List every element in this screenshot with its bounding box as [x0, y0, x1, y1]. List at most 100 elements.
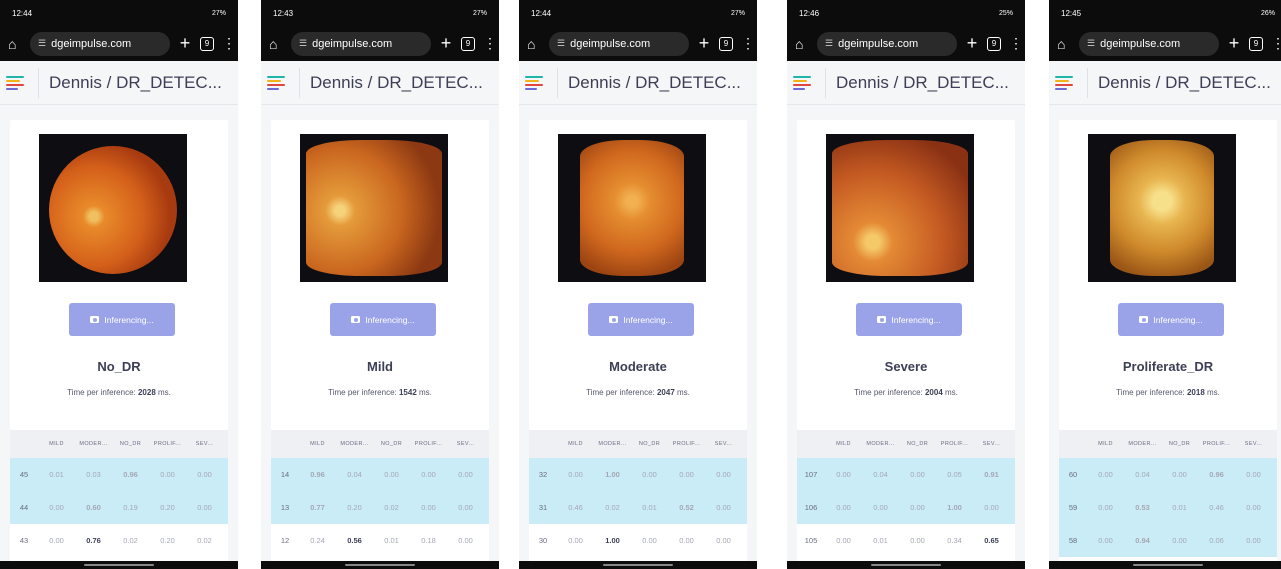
sample-id: 106 [804, 503, 818, 512]
edge-impulse-logo[interactable] [267, 75, 285, 90]
edge-impulse-logo[interactable] [1055, 75, 1073, 90]
column-header: PROLIF... [1202, 441, 1231, 447]
tab-switcher-button[interactable]: 9 [987, 36, 1001, 51]
camera-icon [609, 316, 619, 323]
column-header: MILD [836, 441, 851, 447]
sample-id: 60 [1068, 470, 1078, 479]
table-cell: 0.19 [123, 503, 138, 512]
table-row[interactable]: 13 0.77 0.20 0.02 0.00 0.00 [271, 491, 489, 524]
retina-image [306, 140, 442, 276]
more-menu-icon[interactable]: ⋮ [741, 35, 755, 52]
home-icon[interactable]: ⌂ [269, 36, 283, 52]
home-icon[interactable]: ⌂ [527, 36, 541, 52]
table-row[interactable]: 105 0.00 0.01 0.00 0.34 0.65 [797, 524, 1015, 557]
edge-impulse-logo[interactable] [525, 75, 543, 90]
table-row[interactable]: 59 0.00 0.53 0.01 0.46 0.00 [1059, 491, 1277, 524]
new-tab-icon[interactable]: + [697, 33, 711, 54]
phone-screen: 12:44 27% ⌂ ☰ dgeimpulse.com + 9 ⋮ Denni… [519, 0, 757, 569]
inferencing-button[interactable]: Inferencing... [1118, 303, 1224, 336]
table-row[interactable]: 58 0.00 0.94 0.00 0.06 0.00 [1059, 524, 1277, 557]
inferencing-button[interactable]: Inferencing... [69, 303, 175, 336]
column-header: NO_DR [1168, 441, 1191, 447]
camera-preview [300, 134, 448, 282]
table-row[interactable]: 45 0.01 0.03 0.96 0.00 0.00 [10, 458, 228, 491]
site-settings-icon[interactable]: ☰ [557, 38, 565, 49]
header-divider [1087, 67, 1088, 98]
table-header: MILD MODER... NO_DR PROLIF... SEV... [10, 430, 228, 458]
new-tab-icon[interactable]: + [439, 33, 453, 54]
inference-card: Inferencing... Moderate Time per inferen… [529, 120, 747, 430]
inferencing-button[interactable]: Inferencing... [330, 303, 436, 336]
new-tab-icon[interactable]: + [965, 33, 979, 54]
new-tab-icon[interactable]: + [1227, 33, 1241, 54]
table-row[interactable]: 106 0.00 0.00 0.00 1.00 0.00 [797, 491, 1015, 524]
time-value: 2028 [137, 388, 156, 397]
more-menu-icon[interactable]: ⋮ [1009, 35, 1023, 52]
tab-switcher-button[interactable]: 9 [461, 36, 475, 51]
inferencing-button[interactable]: Inferencing... [856, 303, 962, 336]
address-bar[interactable]: ☰ dgeimpulse.com [1079, 31, 1219, 56]
address-bar[interactable]: ☰ dgeimpulse.com [30, 31, 170, 56]
new-tab-icon[interactable]: + [178, 33, 192, 54]
phone-screen: 12:46 25% ⌂ ☰ dgeimpulse.com + 9 ⋮ Denni… [787, 0, 1025, 569]
more-menu-icon[interactable]: ⋮ [483, 35, 497, 52]
table-row[interactable]: 31 0.46 0.02 0.01 0.52 0.00 [529, 491, 747, 524]
table-row[interactable]: 32 0.00 1.00 0.00 0.00 0.00 [529, 458, 747, 491]
home-icon[interactable]: ⌂ [795, 36, 809, 52]
time-suffix: ms. [155, 388, 171, 397]
site-settings-icon[interactable]: ☰ [1087, 38, 1095, 49]
more-menu-icon[interactable]: ⋮ [1271, 35, 1281, 52]
phone-screen: 12:44 27% ⌂ ☰ dgeimpulse.com + 9 ⋮ Denni… [0, 0, 238, 569]
home-gesture-handle[interactable] [84, 564, 154, 566]
time-value: 1542 [398, 388, 417, 397]
table-cell: 0.00 [679, 470, 694, 479]
site-settings-icon[interactable]: ☰ [299, 38, 307, 49]
table-cell: 0.01 [1172, 503, 1187, 512]
camera-preview [1088, 134, 1236, 282]
address-bar[interactable]: ☰ dgeimpulse.com [549, 31, 689, 56]
edge-impulse-logo[interactable] [6, 75, 24, 90]
home-icon[interactable]: ⌂ [8, 36, 22, 52]
table-cell: 0.24 [310, 536, 325, 545]
site-settings-icon[interactable]: ☰ [38, 38, 46, 49]
table-cell: 0.94 [1135, 536, 1150, 545]
home-gesture-handle[interactable] [345, 564, 415, 566]
inferencing-button[interactable]: Inferencing... [588, 303, 694, 336]
more-menu-icon[interactable]: ⋮ [222, 35, 236, 52]
table-header: MILD MODER... NO_DR PROLIF... SEV... [1059, 430, 1277, 458]
address-bar[interactable]: ☰ dgeimpulse.com [817, 31, 957, 56]
app-header: Dennis / DR_DETEC... [1049, 61, 1281, 105]
address-bar[interactable]: ☰ dgeimpulse.com [291, 31, 431, 56]
home-gesture-handle[interactable] [1133, 564, 1203, 566]
table-cell: 0.46 [568, 503, 583, 512]
table-row[interactable]: 44 0.00 0.60 0.19 0.20 0.00 [10, 491, 228, 524]
home-gesture-handle[interactable] [603, 564, 673, 566]
table-row[interactable]: 12 0.24 0.56 0.01 0.18 0.00 [271, 524, 489, 557]
home-icon[interactable]: ⌂ [1057, 36, 1071, 52]
column-header: SEV... [195, 441, 214, 447]
inference-card: Inferencing... Severe Time per inference… [797, 120, 1015, 430]
table-row[interactable]: 43 0.00 0.76 0.02 0.20 0.02 [10, 524, 228, 557]
browser-toolbar: ⌂ ☰ dgeimpulse.com + 9 ⋮ [519, 26, 757, 61]
tab-switcher-button[interactable]: 9 [200, 36, 214, 51]
table-row[interactable]: 30 0.00 1.00 0.00 0.00 0.00 [529, 524, 747, 557]
tab-switcher-button[interactable]: 9 [719, 36, 733, 51]
table-cell: 0.04 [1135, 470, 1150, 479]
home-gesture-handle[interactable] [871, 564, 941, 566]
battery-level: 27% [211, 9, 226, 17]
table-row[interactable]: 107 0.00 0.04 0.00 0.05 0.91 [797, 458, 1015, 491]
table-row[interactable]: 60 0.00 0.04 0.00 0.96 0.00 [1059, 458, 1277, 491]
table-row[interactable]: 14 0.96 0.04 0.00 0.00 0.00 [271, 458, 489, 491]
table-cell: 0.00 [836, 470, 851, 479]
system-nav-bar [1049, 561, 1281, 569]
time-suffix: ms. [416, 388, 432, 397]
column-header: NO_DR [638, 441, 661, 447]
browser-toolbar: ⌂ ☰ dgeimpulse.com + 9 ⋮ [0, 26, 238, 61]
tab-switcher-button[interactable]: 9 [1249, 36, 1263, 51]
table-cell: 0.02 [605, 503, 620, 512]
table-cell: 0.20 [160, 503, 175, 512]
column-header: MODER... [1128, 441, 1157, 447]
sample-id: 44 [19, 503, 29, 512]
site-settings-icon[interactable]: ☰ [825, 38, 833, 49]
edge-impulse-logo[interactable] [793, 75, 811, 90]
